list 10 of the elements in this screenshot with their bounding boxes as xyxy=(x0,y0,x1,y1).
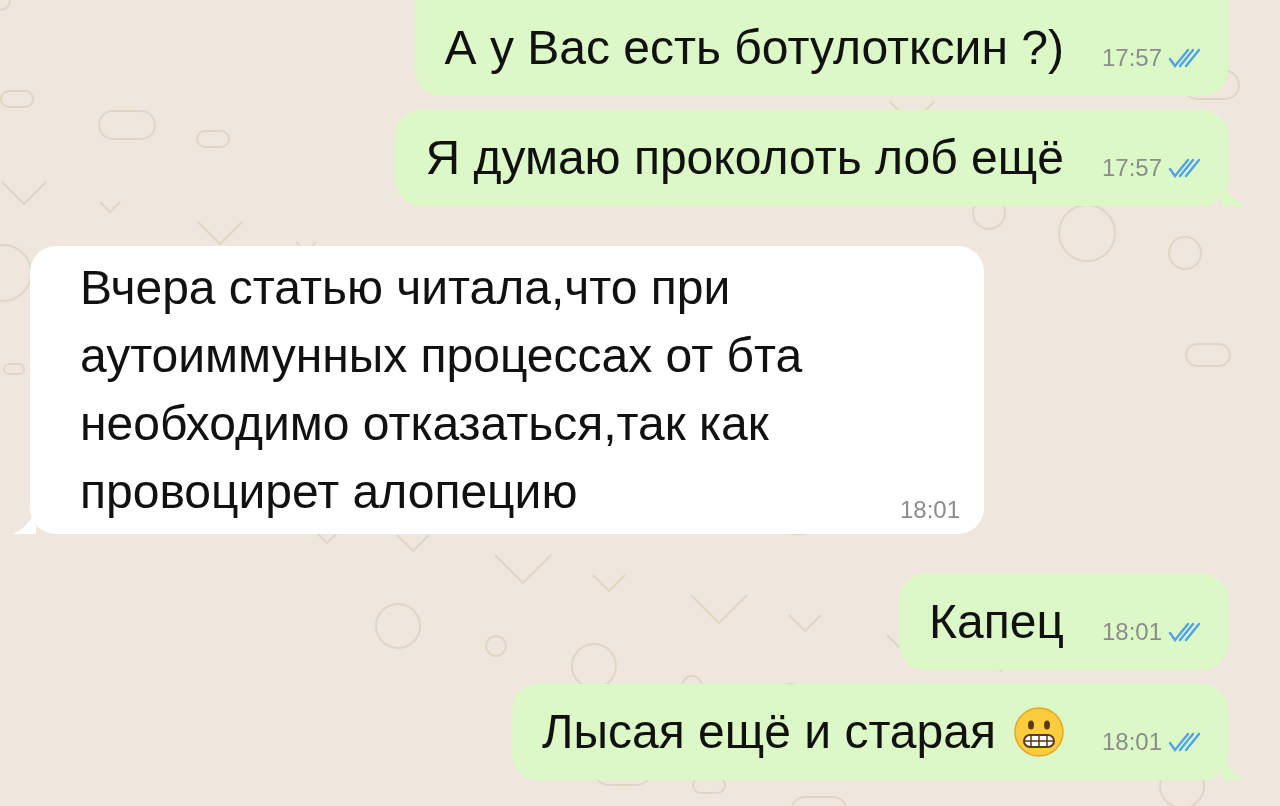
message-time: 18:01 xyxy=(1101,618,1162,646)
message-time: 18:01 xyxy=(1101,728,1162,756)
message-time: 17:57 xyxy=(1101,154,1162,182)
message-text: Я думаю проколоть лоб ещё xyxy=(425,132,1064,184)
message-text: Вчера статью читала,что при аутоиммунных процессах от бта необходимо отказаться,так как провоцирет алопецию xyxy=(80,260,804,520)
message-text: Капец xyxy=(929,596,1064,648)
message-time: 17:57 xyxy=(1101,44,1162,72)
message-time: 18:01 xyxy=(900,496,961,524)
message-text: А у Вас есть ботулотксин ?) xyxy=(444,22,1064,74)
message-text: Лысая ещё и старая xyxy=(542,706,996,758)
